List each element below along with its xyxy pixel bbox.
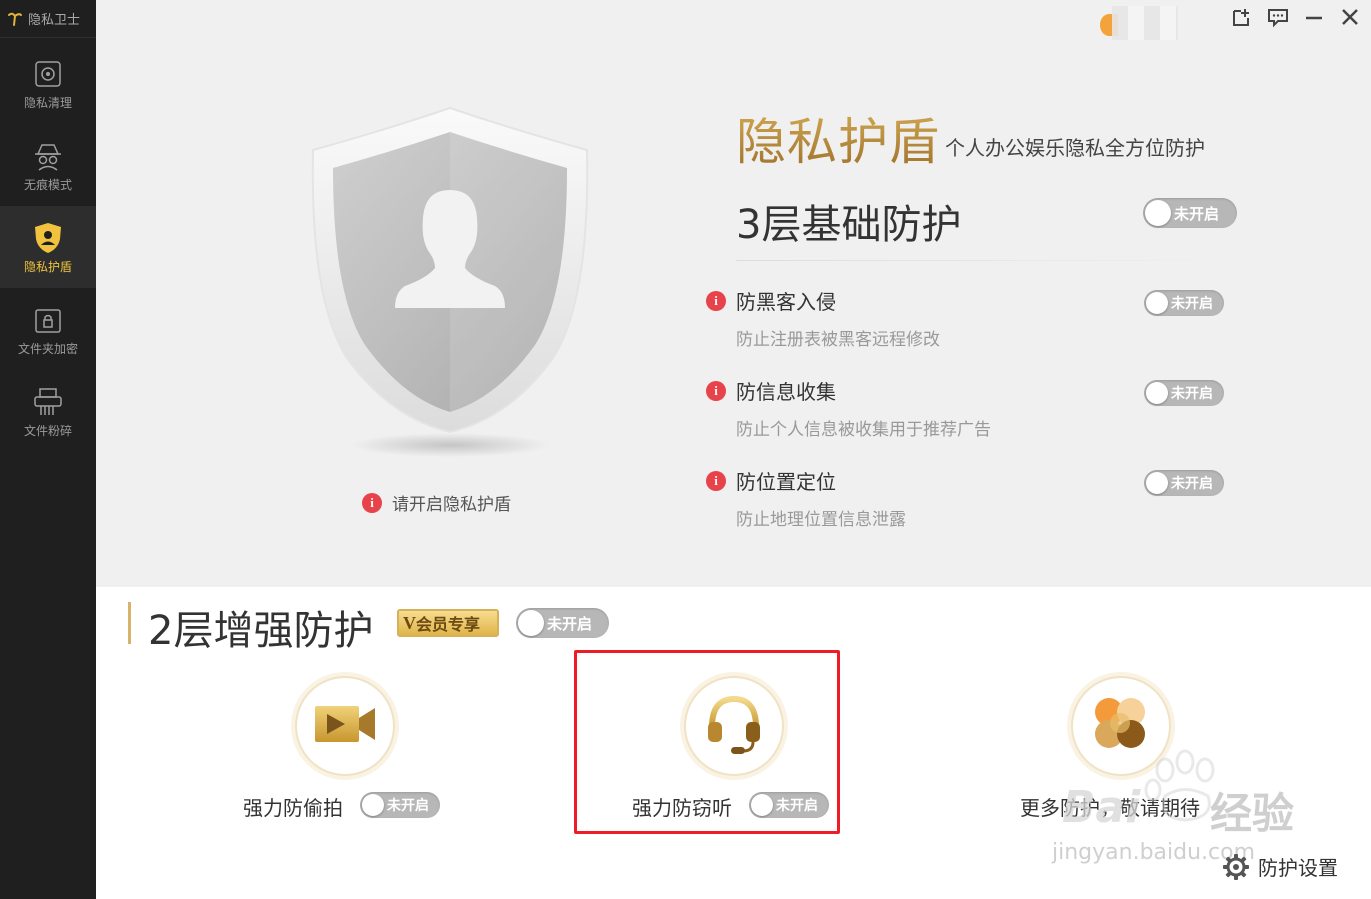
folder-lock-icon (32, 304, 64, 336)
privacy-shield-graphic (305, 100, 595, 460)
protection-item-anti-hacker: i 防黑客入侵 防止注册表被黑客远程修改 (706, 286, 940, 350)
gear-icon (1222, 853, 1250, 881)
item-desc: 防止注册表被黑客远程修改 (736, 330, 940, 350)
sidebar-item-label: 无痕模式 (23, 178, 72, 192)
alert-icon: i (706, 290, 726, 311)
sidebar-item-label: 隐私清理 (23, 96, 72, 110)
divider (736, 260, 1226, 261)
minimize-icon[interactable] (1303, 6, 1325, 28)
vip-badge: V 会员专享 (397, 609, 499, 637)
protection-item-anti-location: i 防位置定位 防止地理位置信息泄露 (706, 466, 906, 530)
basic-protection-title: 3层基础防护 (736, 202, 962, 248)
shield-hint: i 请开启隐私护盾 (362, 490, 511, 515)
privacy-clean-icon (32, 58, 64, 90)
feedback-icon[interactable] (1267, 6, 1289, 28)
protection-item-anti-collection: i 防信息收集 防止个人信息被收集用于推荐广告 (706, 376, 991, 440)
alert-icon: i (706, 470, 726, 491)
anti-camera-label: 强力防偷拍 (243, 796, 343, 820)
enhanced-protection-title: 2层增强防护 (148, 608, 374, 654)
highlight-box (574, 650, 840, 834)
alert-icon: i (362, 492, 382, 513)
shield-hint-text: 请开启隐私护盾 (392, 495, 511, 515)
anti-camera-feature (295, 676, 395, 776)
window-controls (1231, 6, 1361, 28)
sidebar-item-label: 隐私护盾 (23, 260, 72, 274)
anti-location-toggle[interactable]: 未开启 (1144, 470, 1224, 496)
export-icon[interactable] (1231, 6, 1253, 28)
sidebar-item-label: 文件粉碎 (23, 424, 72, 438)
section-accent-bar (128, 602, 131, 644)
camera-icon (313, 702, 377, 750)
app-logo-icon (6, 10, 24, 28)
item-name: 防位置定位 (736, 470, 836, 494)
close-icon[interactable] (1339, 6, 1361, 28)
sidebar: 隐私卫士 隐私清理 无痕模式 隐私护盾 文件夹加密 文件粉碎 (0, 0, 96, 899)
sidebar-item-incognito[interactable]: 无痕模式 (0, 124, 96, 206)
item-name: 防信息收集 (736, 380, 836, 404)
alert-icon: i (706, 380, 726, 401)
shield-user-icon (32, 222, 64, 254)
user-avatar[interactable] (1098, 4, 1180, 40)
item-desc: 防止地理位置信息泄露 (736, 510, 906, 530)
protection-settings-button[interactable]: 防护设置 (1222, 852, 1338, 881)
anti-camera-toggle[interactable]: 未开启 (360, 792, 440, 818)
settings-label: 防护设置 (1258, 856, 1338, 880)
sidebar-item-privacy-shield[interactable]: 隐私护盾 (0, 206, 96, 288)
anti-collection-toggle[interactable]: 未开启 (1144, 380, 1224, 406)
enhanced-protection-toggle[interactable]: 未开启 (516, 608, 609, 638)
basic-protection-toggle[interactable]: 未开启 (1143, 198, 1237, 228)
shredder-icon (32, 386, 64, 418)
sidebar-item-file-shred[interactable]: 文件粉碎 (0, 370, 96, 452)
page-subtitle: 个人办公娱乐隐私全方位防护 (945, 136, 1205, 160)
sidebar-item-label: 文件夹加密 (17, 342, 78, 356)
item-desc: 防止个人信息被收集用于推荐广告 (736, 420, 991, 440)
watermark-text: 经验 (1210, 789, 1295, 838)
item-name: 防黑客入侵 (736, 290, 836, 314)
app-title: 隐私卫士 (28, 13, 81, 28)
sidebar-item-folder-encrypt[interactable]: 文件夹加密 (0, 288, 96, 370)
sidebar-item-privacy-clean[interactable]: 隐私清理 (0, 42, 96, 124)
app-header: 隐私卫士 (0, 0, 96, 38)
incognito-icon (32, 140, 64, 172)
page-title: 隐私护盾 (736, 102, 940, 174)
anti-hacker-toggle[interactable]: 未开启 (1144, 290, 1224, 316)
